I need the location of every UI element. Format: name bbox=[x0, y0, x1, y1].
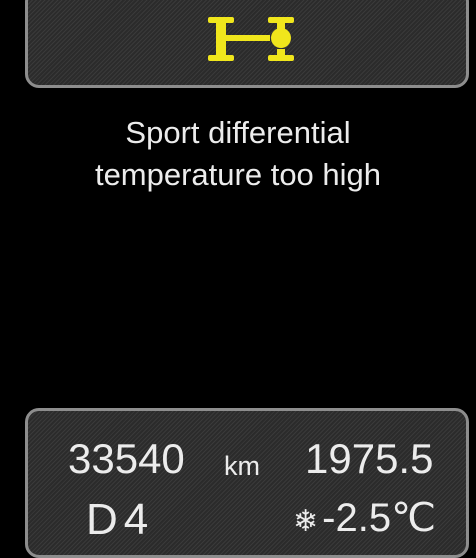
odometer-unit: km bbox=[224, 451, 260, 481]
differential-icon bbox=[208, 17, 294, 61]
trip-value: 1975.5 bbox=[305, 435, 434, 482]
warning-message-line-2: temperature too high bbox=[94, 157, 382, 192]
odometer-value: 33540 bbox=[68, 435, 185, 482]
outside-temperature: ❄ -2.5℃ bbox=[293, 495, 436, 541]
warning-icon-panel bbox=[25, 0, 469, 88]
info-panel: 33540 km 1975.5 D4 ❄ -2.5℃ bbox=[25, 408, 469, 558]
warning-message-line-1: Sport differential bbox=[125, 115, 351, 150]
instrument-display: Sport differential temperature too high … bbox=[0, 0, 476, 558]
warning-message: Sport differential temperature too high bbox=[0, 112, 476, 196]
snowflake-icon: ❄ bbox=[293, 504, 319, 539]
outside-temp-value: -2.5℃ bbox=[322, 496, 436, 540]
gear-indicator: D4 bbox=[86, 495, 155, 544]
